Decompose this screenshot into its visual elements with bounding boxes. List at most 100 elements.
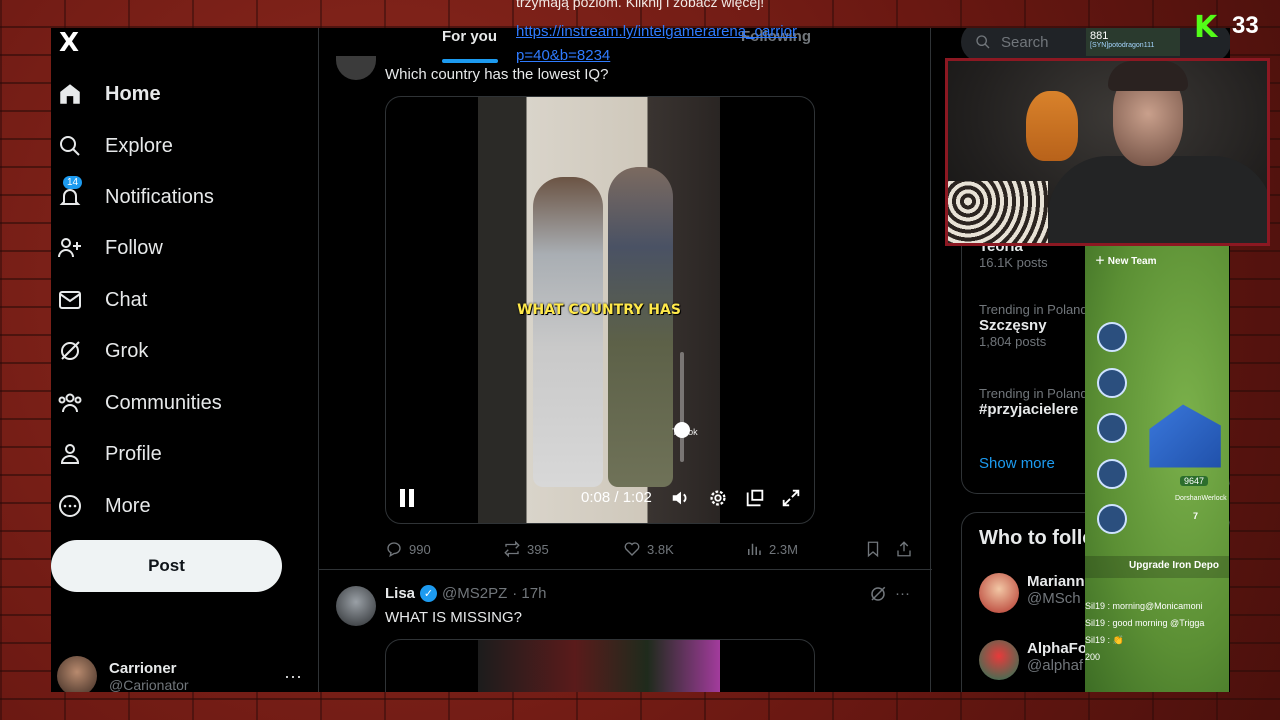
media-thumbnail (478, 640, 720, 692)
post-button[interactable]: Post (51, 540, 282, 592)
chat-message: Sil19 : morning@Monicamoni (1085, 601, 1203, 611)
video-person (533, 177, 603, 487)
webcam-overlay (945, 58, 1270, 246)
grok-icon (57, 338, 83, 364)
nav-item-grok[interactable]: Grok (57, 329, 148, 373)
timeline: For you Following Which country has the … (318, 28, 932, 692)
follow-icon (57, 235, 83, 261)
avatar (979, 573, 1019, 613)
tweet-actions: 990 395 3.8K 2.3M (385, 540, 915, 560)
avatar[interactable] (336, 56, 376, 80)
trend-item[interactable]: Trending in Poland Szczęsny 1,804 posts (979, 302, 1088, 349)
pause-icon[interactable] (400, 489, 418, 509)
show-more-link[interactable]: Show more (979, 455, 1055, 472)
settings-gear-icon[interactable] (707, 487, 729, 509)
avatar[interactable] (336, 586, 376, 626)
tweet-media[interactable] (385, 639, 815, 692)
home-icon (57, 81, 83, 107)
avatar (57, 656, 97, 692)
tweet-author-name[interactable]: Lisa (385, 585, 415, 602)
game-button (1097, 504, 1127, 534)
tweet-author-handle[interactable]: @MS2PZ (442, 585, 507, 602)
tab-for-you[interactable]: For you (442, 28, 497, 45)
stream-overlay-link[interactable]: https://instream.ly/intelgamerarena_carr… (516, 20, 836, 68)
nav-item-home[interactable]: Home (57, 72, 161, 116)
webcam-blanket (948, 181, 1048, 243)
account-names: Carrioner @Carionator (109, 660, 284, 693)
video-player[interactable]: WHAT COUNTRY HAS TikTok 0:08 / 1:02 (385, 96, 815, 524)
tweet-header: Lisa ✓ @MS2PZ · 17h (385, 585, 546, 602)
nav-item-more[interactable]: More (57, 484, 151, 528)
video-timecode: 0:08 / 1:02 (581, 489, 652, 506)
game-button (1097, 459, 1127, 489)
account-menu-icon[interactable]: ··· (284, 666, 302, 687)
trend-count: 1,804 posts (979, 334, 1047, 349)
repost-button[interactable]: 395 (503, 540, 549, 558)
suggestion-name: AlphaFo (1027, 640, 1087, 657)
like-count: 3.8K (647, 541, 674, 557)
nav-label-communities: Communities (105, 391, 222, 414)
tweet-text: Which country has the lowest IQ? (385, 66, 609, 83)
game-upgrade: Upgrade Iron Depo (1085, 556, 1229, 578)
bookmark-button[interactable] (864, 540, 882, 558)
reply-button[interactable]: 990 (385, 540, 431, 558)
views-button[interactable]: 2.3M (745, 540, 798, 558)
chat-message: Sil19 : good morning @Trigga (1085, 618, 1205, 628)
game-building (1149, 404, 1221, 468)
nav-label-home: Home (105, 82, 161, 105)
tweet-text: WHAT IS MISSING? (385, 609, 522, 626)
views-count: 2.3M (769, 541, 798, 557)
follow-suggestion[interactable]: Mariann @MSch (979, 573, 1085, 613)
nav-item-explore[interactable]: Explore (57, 124, 173, 168)
heart-icon (624, 542, 640, 556)
top-box-value: 881 (1090, 30, 1109, 42)
top-box-sub: [SYN]potodragon111 (1090, 42, 1155, 49)
nav-label-explore: Explore (105, 134, 173, 157)
x-logo-icon[interactable]: X (59, 28, 89, 58)
fullscreen-icon[interactable] (780, 487, 802, 509)
volume-knob[interactable] (674, 422, 690, 438)
verified-badge-icon: ✓ (420, 585, 438, 602)
volume-slider[interactable] (674, 352, 690, 462)
follow-suggestion[interactable]: AlphaFo @alphaf (979, 640, 1087, 680)
game-button (1097, 368, 1127, 398)
reply-icon (387, 542, 401, 558)
stream-overlay-text: trzymają poziom. Kliknij i zobacz więcej… (516, 0, 765, 10)
views-icon (748, 543, 761, 555)
share-button[interactable] (895, 540, 913, 558)
volume-icon[interactable] (670, 487, 692, 509)
video-person (608, 167, 673, 487)
account-name: Carrioner (109, 659, 177, 677)
trend-category: Trending in Poland (979, 302, 1088, 317)
more-options-icon[interactable]: ··· (895, 585, 910, 602)
suggestion-name: Mariann (1027, 573, 1085, 590)
bell-icon: 14 (57, 176, 83, 210)
chat-message: Sil19 : 👏 (1085, 635, 1124, 645)
game-new-team: ＋ New Team (1095, 256, 1157, 267)
communities-icon (57, 390, 83, 416)
grok-icon[interactable] (869, 585, 887, 607)
nav-item-follow[interactable]: Follow (57, 226, 163, 270)
repost-count: 395 (527, 541, 549, 557)
profile-icon (57, 441, 83, 467)
nav-item-chat[interactable]: Chat (57, 278, 147, 322)
more-icon (57, 493, 83, 519)
nav-label-follow: Follow (105, 236, 163, 259)
active-tab-indicator (442, 59, 498, 63)
account-handle: @Carionator (109, 676, 189, 693)
game-player: DorshanWerlock (1175, 495, 1227, 502)
nav-item-profile[interactable]: Profile (57, 432, 162, 476)
trend-item[interactable]: Trending in Poland #przyjacielere (979, 386, 1088, 418)
avatar (979, 640, 1019, 680)
nav-item-communities[interactable]: Communities (57, 381, 222, 425)
kick-logo-icon: K (1194, 10, 1218, 45)
nav-label-more: More (105, 494, 151, 517)
like-button[interactable]: 3.8K (623, 540, 674, 558)
nav-item-notifications[interactable]: 14 Notifications (57, 175, 214, 219)
notifications-badge: 14 (63, 176, 83, 189)
chat-message: 200 (1085, 652, 1101, 662)
account-switcher[interactable]: Carrioner @Carionator ··· (57, 656, 302, 692)
webcam-streamer-hair (1108, 61, 1188, 91)
picture-in-picture-icon[interactable] (744, 487, 766, 509)
trend-title: #przyjacielere (979, 401, 1079, 418)
